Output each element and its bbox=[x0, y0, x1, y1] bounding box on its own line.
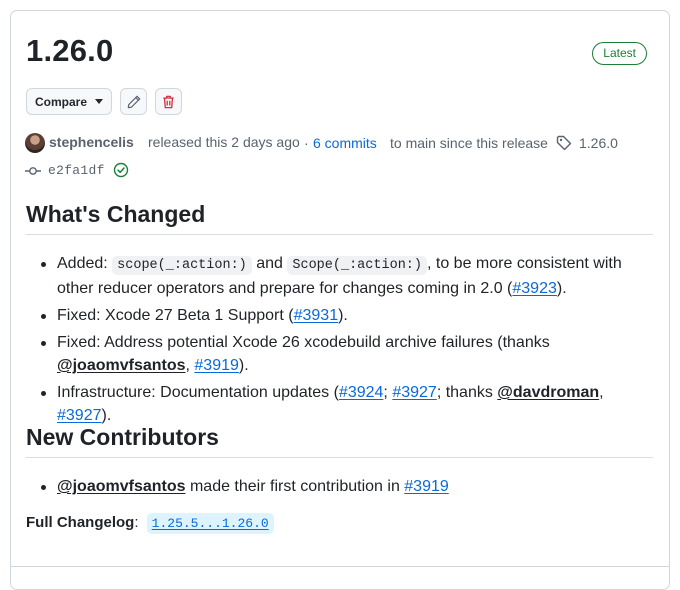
new-contributors-heading: New Contributors bbox=[26, 424, 653, 458]
edit-release-button[interactable] bbox=[120, 88, 147, 115]
new-contributors-list: @joaomvfsantos made their first contribu… bbox=[41, 475, 661, 502]
author-link[interactable]: stephencelis bbox=[49, 134, 134, 150]
item-text: ). bbox=[101, 407, 112, 424]
whats-changed-list: Added: scope(_:action:) and Scope(_:acti… bbox=[41, 252, 661, 431]
item-text: ; thanks bbox=[436, 384, 498, 401]
avatar[interactable] bbox=[25, 133, 45, 153]
full-changelog: Full Changelog: 1.25.5...1.26.0 bbox=[26, 513, 274, 534]
item-text: Fixed: Address potential Xcode 26 xcodeb… bbox=[57, 334, 550, 351]
whats-changed-heading: What's Changed bbox=[26, 201, 653, 235]
pull-request-link[interactable]: #3919 bbox=[194, 357, 239, 374]
inline-code: Scope(_:action:) bbox=[287, 256, 427, 275]
pull-request-link[interactable]: #3927 bbox=[392, 384, 437, 401]
release-title[interactable]: 1.26.0 bbox=[26, 33, 113, 69]
user-mention-link[interactable]: @davdroman bbox=[497, 384, 599, 401]
item-text: made their first contribution in bbox=[185, 478, 405, 495]
changelog-colon: : bbox=[134, 514, 139, 531]
release-actions: Compare bbox=[26, 88, 182, 115]
git-commit-icon bbox=[25, 167, 41, 175]
release-meta: stephencelis released this 2 days ago · … bbox=[25, 133, 665, 153]
chevron-down-icon bbox=[95, 99, 103, 104]
pull-request-link[interactable]: #3927 bbox=[57, 407, 102, 424]
pull-request-link[interactable]: #3919 bbox=[404, 478, 449, 495]
card-divider bbox=[11, 566, 669, 567]
item-text: Fixed: Xcode 27 Beta 1 Support ( bbox=[57, 307, 294, 324]
list-item: Infrastructure: Documentation updates (#… bbox=[41, 381, 661, 427]
delete-release-button[interactable] bbox=[155, 88, 182, 115]
user-mention-link[interactable]: @joaomvfsantos bbox=[57, 357, 186, 374]
changelog-compare-link[interactable]: 1.25.5...1.26.0 bbox=[146, 513, 274, 534]
commit-sha-link[interactable]: e2fa1df bbox=[48, 163, 105, 178]
user-mention-link[interactable]: @joaomvfsantos bbox=[57, 478, 186, 495]
list-item: Added: scope(_:action:) and Scope(_:acti… bbox=[41, 252, 661, 300]
list-item: @joaomvfsantos made their first contribu… bbox=[41, 475, 661, 498]
item-text: , bbox=[599, 384, 604, 401]
tag-icon bbox=[556, 135, 572, 151]
list-item: Fixed: Address potential Xcode 26 xcodeb… bbox=[41, 331, 661, 377]
commits-link[interactable]: 6 commits bbox=[313, 135, 377, 151]
item-text: Added: bbox=[57, 255, 113, 272]
inline-code: scope(_:action:) bbox=[112, 256, 252, 275]
latest-badge: Latest bbox=[592, 42, 647, 65]
pencil-icon bbox=[127, 95, 140, 108]
compare-button[interactable]: Compare bbox=[26, 88, 112, 115]
trash-icon bbox=[163, 95, 174, 108]
pull-request-link[interactable]: #3924 bbox=[339, 384, 384, 401]
verified-check-icon[interactable] bbox=[113, 162, 129, 178]
release-card: 1.26.0 Latest Compare stephencelis relea… bbox=[10, 10, 670, 590]
pull-request-link[interactable]: #3931 bbox=[294, 307, 339, 324]
compare-label: Compare bbox=[35, 94, 88, 109]
item-text: ). bbox=[338, 307, 348, 324]
released-text: released this 2 days ago bbox=[148, 134, 300, 150]
list-item: Fixed: Xcode 27 Beta 1 Support (#3931). bbox=[41, 304, 661, 327]
changelog-label: Full Changelog bbox=[26, 514, 135, 531]
item-text: ; bbox=[383, 384, 393, 401]
tag-link[interactable]: 1.26.0 bbox=[579, 135, 618, 151]
item-text: ). bbox=[238, 357, 249, 374]
item-text: and bbox=[251, 255, 288, 272]
pull-request-link[interactable]: #3923 bbox=[512, 280, 557, 297]
commits-rest-text: to main since this release bbox=[390, 135, 548, 151]
item-text: ). bbox=[556, 280, 567, 297]
item-text: Infrastructure: Documentation updates ( bbox=[57, 384, 339, 401]
meta-separator: · bbox=[304, 135, 309, 151]
